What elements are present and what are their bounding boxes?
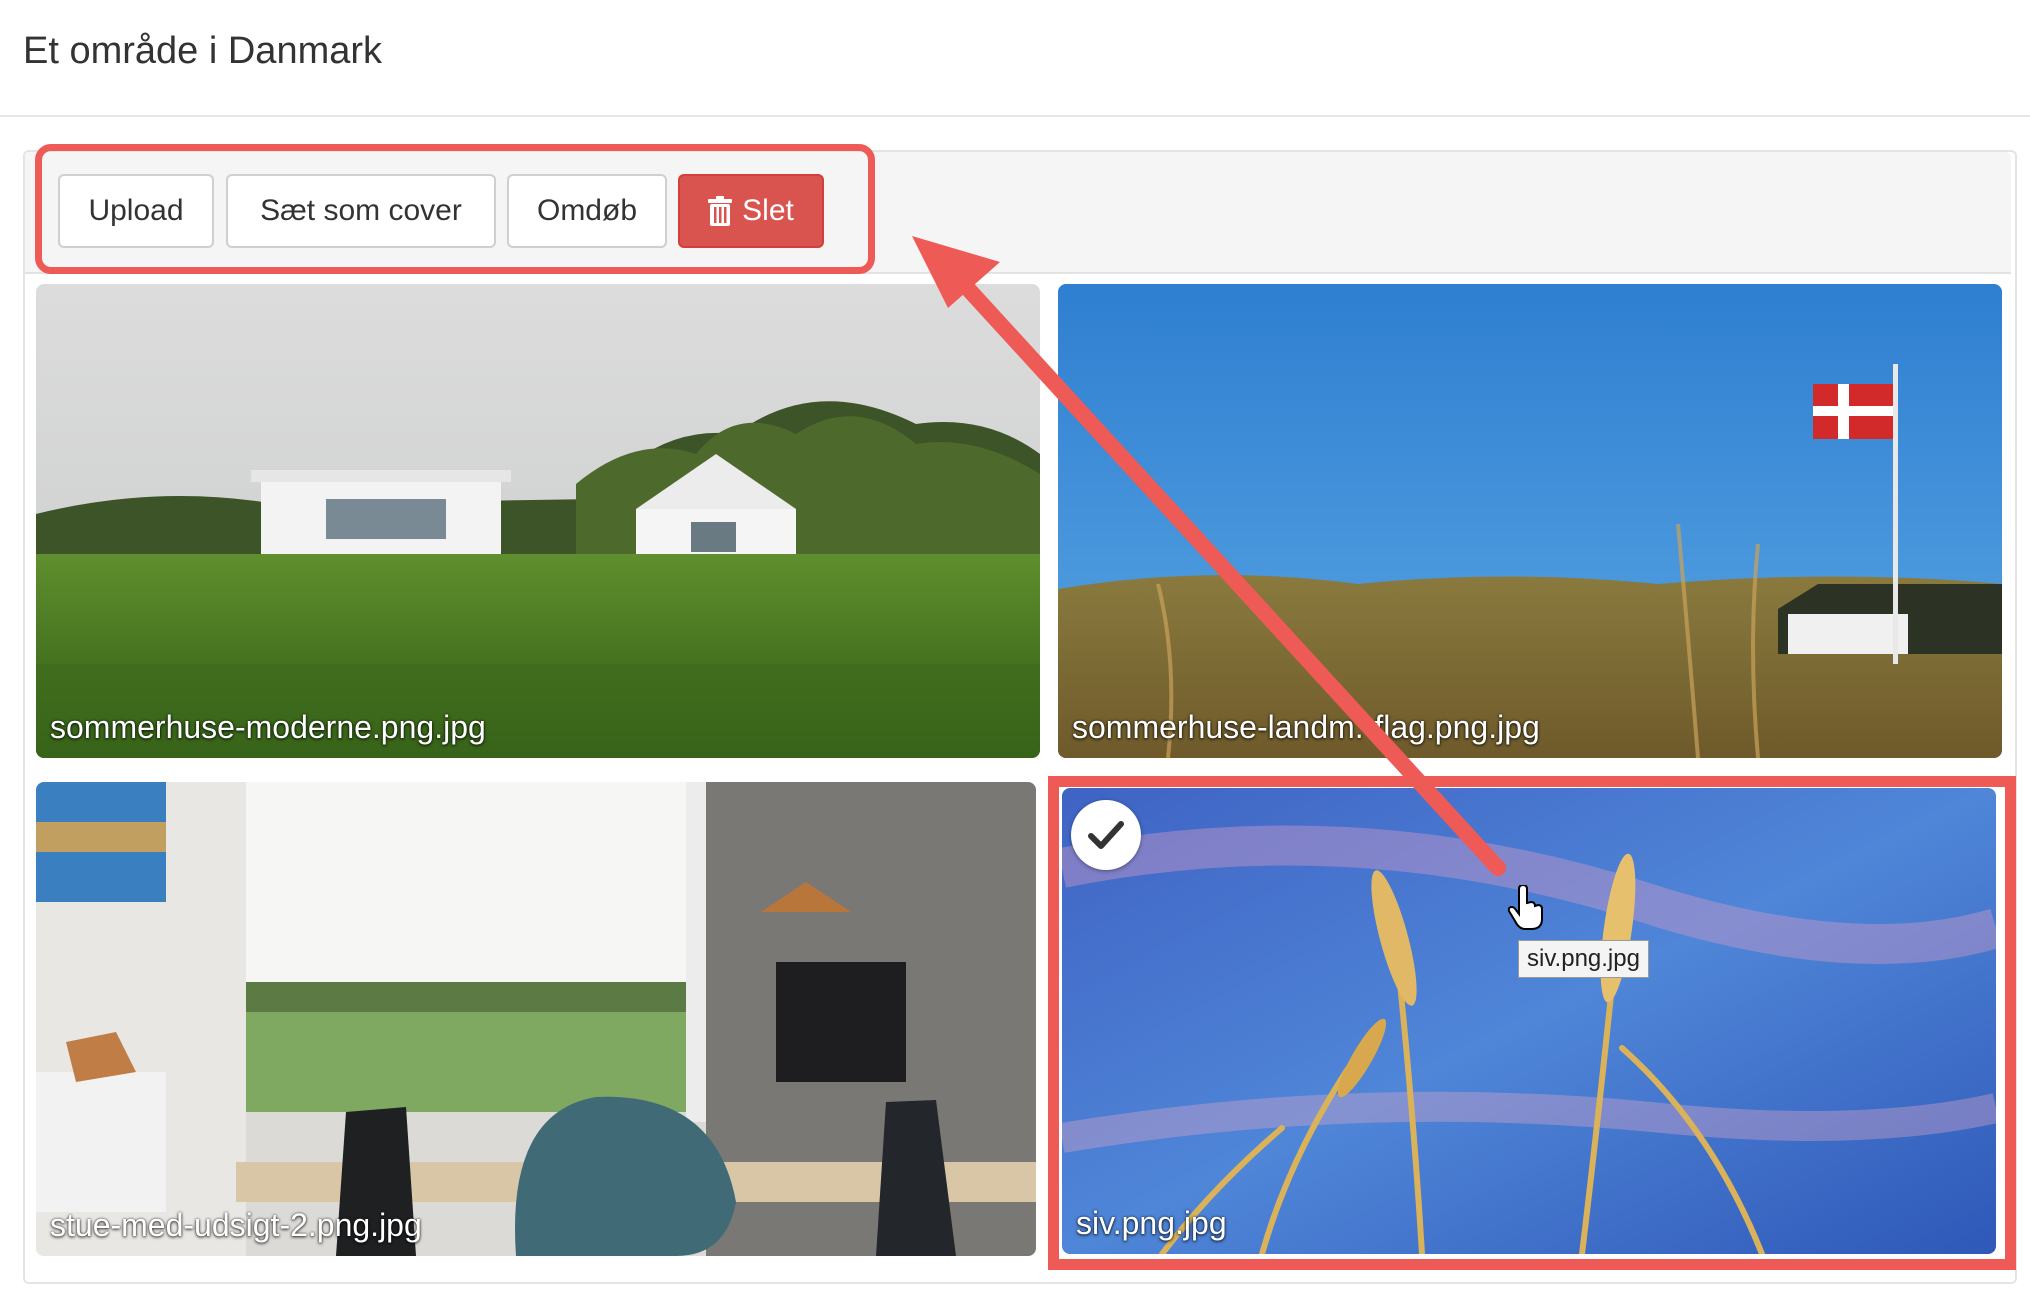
set-cover-button-label: Sæt som cover [260, 194, 462, 227]
rename-button[interactable]: Omdøb [507, 174, 667, 248]
photo-reeds [1062, 788, 1996, 1254]
set-cover-button[interactable]: Sæt som cover [226, 174, 496, 248]
filename-tooltip: siv.png.jpg [1518, 940, 1649, 978]
rename-button-label: Omdøb [536, 194, 638, 227]
checkmark-icon[interactable] [1071, 800, 1141, 870]
image-filename: siv.png.jpg [1076, 1205, 1227, 1241]
image-filename: sommerhuse-moderne.png.jpg [50, 709, 486, 745]
delete-button[interactable]: Slet [678, 174, 824, 248]
image-tile-siv[interactable]: siv.png.jpg [1062, 788, 1996, 1254]
photo-houses-lawn [36, 284, 1040, 758]
photo-dunes-flag [1058, 284, 2002, 758]
photo-living-room [36, 782, 1036, 1256]
hand-cursor-icon [1507, 883, 1547, 931]
delete-button-label: Slet [742, 194, 794, 227]
image-tile-stue-med-udsigt[interactable]: stue-med-udsigt-2.png.jpg [36, 782, 1036, 1256]
image-tile-sommerhuse-flag[interactable]: sommerhuse-landm.-flag.png.jpg [1058, 284, 2002, 758]
title-divider [0, 115, 2030, 117]
page-title: Et område i Danmark [23, 30, 383, 72]
upload-button[interactable]: Upload [58, 174, 214, 248]
trash-icon [708, 196, 733, 226]
image-filename: sommerhuse-landm.-flag.png.jpg [1072, 709, 1540, 745]
upload-button-label: Upload [88, 194, 184, 227]
image-filename: stue-med-udsigt-2.png.jpg [50, 1207, 422, 1243]
image-tile-sommerhuse-moderne[interactable]: sommerhuse-moderne.png.jpg [36, 284, 1040, 758]
